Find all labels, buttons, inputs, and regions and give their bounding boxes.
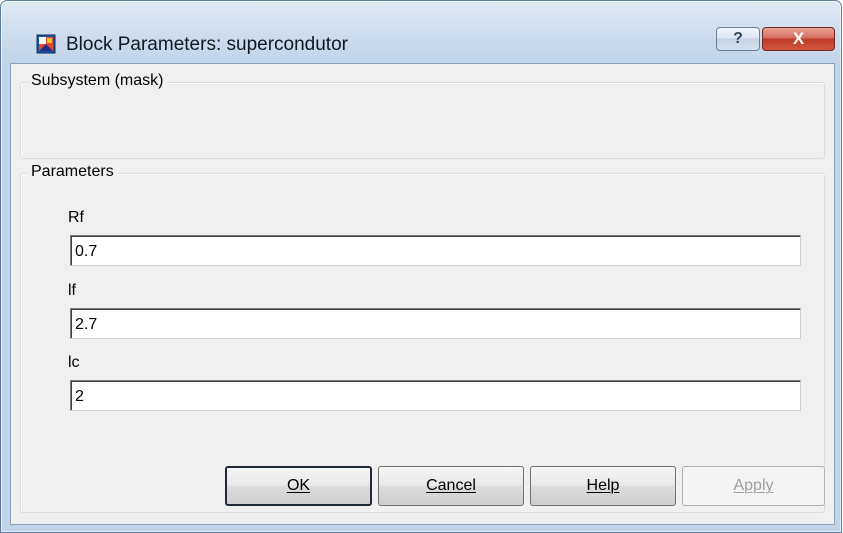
lc-label: lc xyxy=(68,354,80,371)
window-title: Block Parameters: supercondutor xyxy=(66,34,348,55)
mask-description-group: Subsystem (mask) xyxy=(20,72,825,159)
rf-input[interactable] xyxy=(70,235,801,266)
lc-input[interactable] xyxy=(70,380,801,411)
lf-label: lf xyxy=(68,282,76,299)
context-help-button[interactable]: ? xyxy=(716,27,760,51)
ok-button[interactable]: OK xyxy=(225,466,372,506)
dialog-window: Block Parameters: supercondutor ? X Subs… xyxy=(0,0,842,533)
help-button[interactable]: Help xyxy=(530,466,676,506)
dialog-client-area: Subsystem (mask) Parameters Rf lf lc xyxy=(10,63,835,525)
simulink-block-icon xyxy=(36,34,56,54)
parameters-group: Parameters xyxy=(20,163,825,513)
cancel-button[interactable]: Cancel xyxy=(378,466,524,506)
mask-group-label: Subsystem (mask) xyxy=(27,72,168,90)
title-bar[interactable]: Block Parameters: supercondutor ? X xyxy=(1,1,841,63)
parameters-group-label: Parameters xyxy=(27,163,118,181)
rf-label: Rf xyxy=(68,209,84,226)
apply-button[interactable]: Apply xyxy=(682,466,825,506)
lf-input[interactable] xyxy=(70,308,801,339)
close-button[interactable]: X xyxy=(762,27,835,51)
